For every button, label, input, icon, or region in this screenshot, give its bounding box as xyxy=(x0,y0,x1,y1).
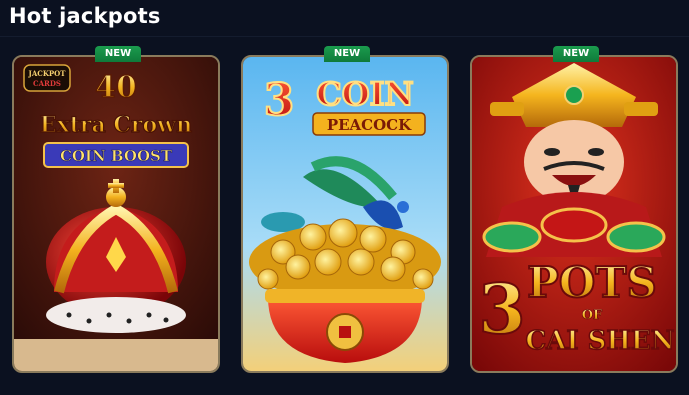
game-card-extra-crown[interactable]: JACKPOT CARDS 40 Extra Crown COIN BOOST xyxy=(12,55,220,373)
game-title-of: OF xyxy=(582,308,603,323)
svg-text:CARDS: CARDS xyxy=(33,79,61,88)
new-badge: NEW xyxy=(553,46,599,62)
game-title-main: COIN xyxy=(316,75,414,113)
game-title-sub: PEACOCK xyxy=(327,116,412,134)
new-badge: NEW xyxy=(95,46,141,62)
game-title-number: 40 xyxy=(95,70,137,105)
game-title-main: POTS xyxy=(527,258,657,307)
game-title-sub: CAI SHEN xyxy=(525,326,674,356)
game-title-number: 3 xyxy=(264,75,295,126)
game-artwork: JACKPOT CARDS 40 Extra Crown COIN BOOST xyxy=(14,57,218,371)
game-card-3-pots-of-cai-shen[interactable]: 3 POTS OF CAI SHEN xyxy=(470,55,678,373)
section-title: Hot jackpots xyxy=(9,4,161,28)
game-card-3-coin-peacock[interactable]: 3 COIN PEACOCK xyxy=(241,55,449,373)
game-artwork: 3 POTS OF CAI SHEN xyxy=(472,57,676,371)
game-title-main: Extra Crown xyxy=(40,112,192,138)
section-divider xyxy=(0,36,689,37)
svg-text:JACKPOT: JACKPOT xyxy=(28,69,67,78)
game-title-number: 3 xyxy=(478,270,525,350)
new-badge: NEW xyxy=(324,46,370,62)
game-title-sub: COIN BOOST xyxy=(60,147,173,165)
game-artwork: 3 COIN PEACOCK xyxy=(243,57,447,371)
jackpot-cards-logo: JACKPOT CARDS xyxy=(23,64,71,92)
